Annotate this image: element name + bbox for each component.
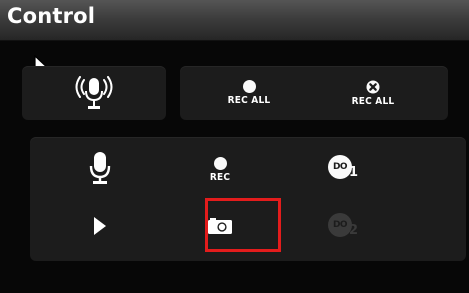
- record-all-group: REC ALL REC ALL: [180, 66, 448, 120]
- play-icon: [93, 216, 107, 236]
- panel-title: Control: [7, 4, 96, 28]
- do1-number: 1: [349, 165, 359, 180]
- digital-output-icon: DO 2: [328, 211, 364, 241]
- play-button[interactable]: [70, 201, 130, 251]
- talk-button[interactable]: [22, 66, 166, 120]
- digital-output-1-button[interactable]: DO 1: [316, 143, 376, 193]
- digital-output-2-button[interactable]: DO 2: [316, 201, 376, 251]
- record-dot-icon: [242, 80, 256, 93]
- digital-output-icon: DO 1: [328, 153, 364, 183]
- stop-record-all-label: REC ALL: [351, 95, 395, 107]
- control-panel: Control REC ALL REC ALL REC DO 1 DO 2: [0, 0, 469, 293]
- wireless-microphone-icon: [74, 76, 114, 110]
- talk-button-group: [22, 66, 166, 120]
- record-label: REC: [209, 172, 231, 183]
- microphone-icon: [89, 151, 111, 185]
- stop-x-icon: [366, 80, 380, 94]
- do1-label: DO: [332, 162, 348, 172]
- record-button[interactable]: REC: [190, 145, 250, 195]
- record-all-button[interactable]: REC ALL: [204, 70, 294, 116]
- stop-record-all-button[interactable]: REC ALL: [328, 70, 418, 116]
- microphone-button[interactable]: [70, 143, 130, 193]
- record-dot-icon: [213, 157, 227, 170]
- control-header: Control: [0, 0, 469, 41]
- do2-label: DO: [332, 220, 348, 230]
- do2-number: 2: [349, 223, 359, 238]
- snapshot-highlight-box: [205, 198, 281, 252]
- record-all-label: REC ALL: [227, 95, 271, 106]
